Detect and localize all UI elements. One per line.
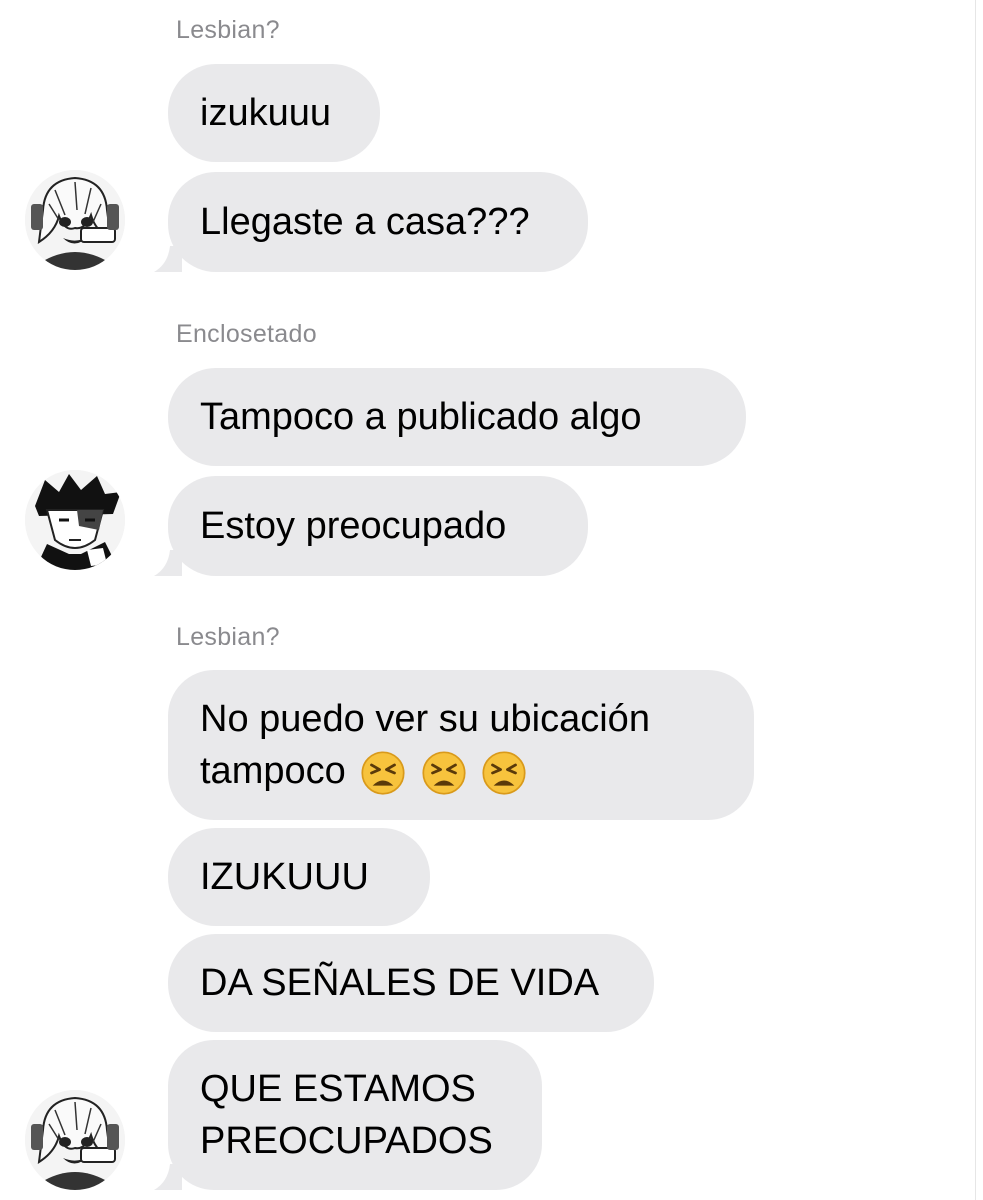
message-text: Estoy preocupado bbox=[200, 505, 507, 547]
sender-name: Lesbian? bbox=[176, 623, 280, 651]
message-bubble[interactable]: izukuuu bbox=[168, 64, 380, 162]
anime-girl-avatar-icon[interactable] bbox=[25, 170, 125, 270]
message-text: izukuuu bbox=[200, 92, 331, 134]
message-text: Llegaste a casa??? bbox=[200, 201, 530, 243]
message-bubble[interactable]: No puedo ver su ubicación tampoco bbox=[168, 670, 754, 820]
message-bubble[interactable]: IZUKUUU bbox=[168, 828, 430, 926]
sender-name: Lesbian? bbox=[176, 16, 280, 44]
message-text-line: tampoco bbox=[200, 745, 527, 797]
message-bubble[interactable]: Tampoco a publicado algo bbox=[168, 368, 746, 466]
scroll-edge-divider bbox=[975, 0, 976, 1200]
sender-name: Enclosetado bbox=[176, 320, 317, 348]
message-bubble[interactable]: QUE ESTAMOS PREOCUPADOS bbox=[168, 1040, 542, 1190]
message-text-line: No puedo ver su ubicación bbox=[200, 698, 650, 740]
bubble-tail bbox=[154, 550, 182, 576]
bubble-tail bbox=[154, 246, 182, 272]
message-text: tampoco bbox=[200, 750, 346, 792]
anime-boy-avatar-icon[interactable] bbox=[25, 470, 125, 570]
message-bubble[interactable]: Llegaste a casa??? bbox=[168, 172, 588, 272]
message-text-line: QUE ESTAMOS bbox=[200, 1068, 476, 1110]
message-text: Tampoco a publicado algo bbox=[200, 396, 642, 438]
message-text-line: PREOCUPADOS bbox=[200, 1120, 493, 1162]
tired-face-emoji-icon bbox=[422, 751, 466, 795]
tired-face-emoji-icon bbox=[482, 751, 526, 795]
message-text: IZUKUUU bbox=[200, 856, 369, 898]
message-bubble[interactable]: DA SEÑALES DE VIDA bbox=[168, 934, 654, 1032]
message-bubble[interactable]: Estoy preocupado bbox=[168, 476, 588, 576]
tired-face-emoji-icon bbox=[361, 751, 405, 795]
message-text: DA SEÑALES DE VIDA bbox=[200, 962, 600, 1004]
anime-girl-avatar-icon[interactable] bbox=[25, 1090, 125, 1190]
bubble-tail bbox=[154, 1164, 182, 1190]
